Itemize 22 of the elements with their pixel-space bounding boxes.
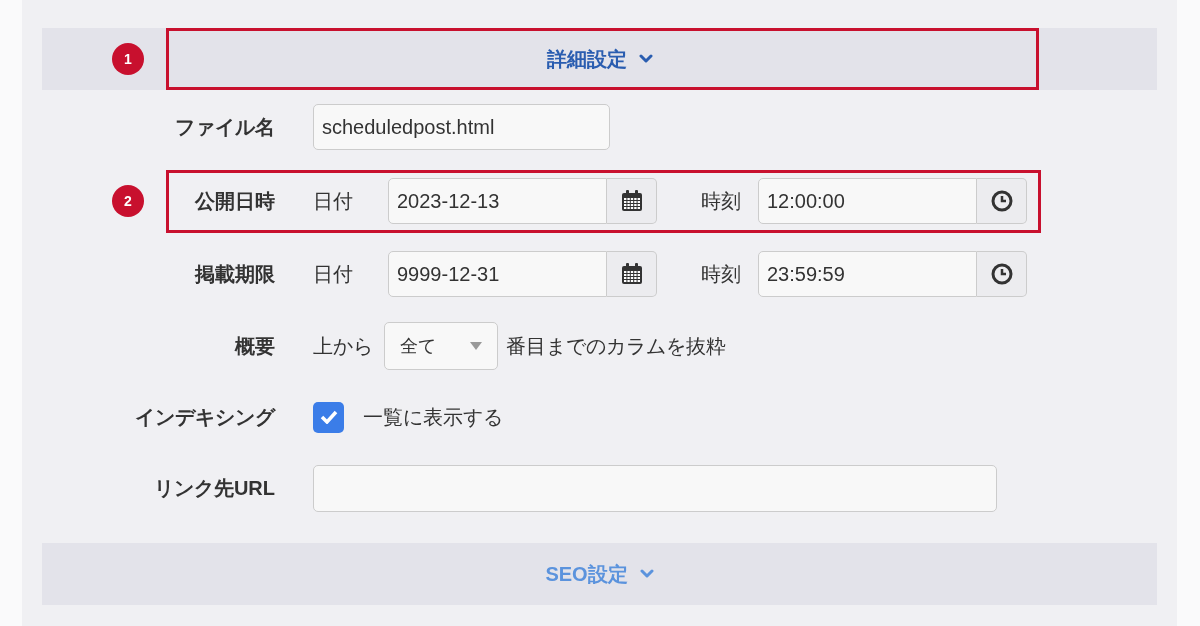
suffix-text: 番目までのカラムを抜粋 — [506, 334, 726, 359]
section-toggle[interactable]: 詳細設定 — [546, 44, 653, 74]
date-field[interactable]: 9999-12-31 — [388, 251, 607, 297]
step-badge: 2 — [112, 185, 144, 217]
count-dropdown[interactable]: 全て — [384, 322, 498, 370]
time-field[interactable]: 23:59:59 — [758, 251, 977, 297]
field-label: リンク先URL — [153, 476, 275, 501]
field-label: インデキシング — [135, 405, 275, 430]
field-label: 概要 — [235, 334, 275, 359]
step-badge: 1 — [112, 43, 144, 75]
checkbox-label: 一覧に表示する — [363, 405, 503, 430]
filename-field[interactable]: scheduledpost.html — [313, 104, 610, 150]
prefix-text: 上から — [313, 334, 373, 359]
field-label: 掲載期限 — [195, 262, 275, 287]
time-label: 時刻 — [701, 189, 742, 214]
date-field[interactable]: 2023-12-13 — [388, 178, 607, 224]
date-label: 日付 — [313, 189, 354, 214]
time-field[interactable]: 12:00:00 — [758, 178, 977, 224]
field-label: 公開日時 — [195, 189, 275, 214]
field-label: ファイル名 — [175, 115, 275, 140]
date-label: 日付 — [313, 262, 354, 287]
time-label: 時刻 — [701, 262, 742, 287]
